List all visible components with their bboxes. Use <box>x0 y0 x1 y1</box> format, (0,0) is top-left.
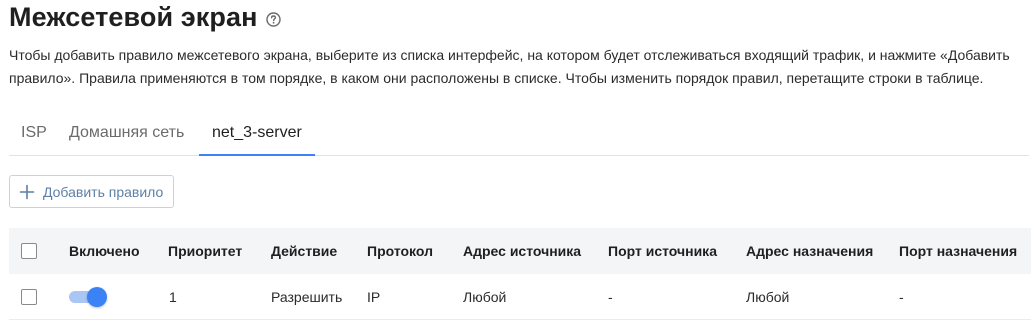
rule-enabled-toggle[interactable] <box>69 287 107 307</box>
interface-tabs: ISP Домашняя сеть net_3-server <box>9 114 1029 156</box>
column-header-source-port[interactable]: Порт источника <box>608 228 717 274</box>
add-rule-label: Добавить правило <box>43 183 164 200</box>
add-rule-button[interactable]: Добавить правило <box>9 175 174 208</box>
table-row[interactable]: 1 Разрешить IP Любой - Любой - <box>9 274 1031 320</box>
cell-priority: 1 <box>169 289 177 305</box>
cell-destination-address: Любой <box>746 289 790 305</box>
rules-table: Включено Приоритет Действие Протокол Адр… <box>9 228 1031 320</box>
tab-net-3-server[interactable]: net_3-server <box>199 114 315 156</box>
help-circle-icon[interactable] <box>265 11 281 27</box>
column-header-destination-port[interactable]: Порт назначения <box>899 228 1017 274</box>
cell-protocol: IP <box>367 289 381 305</box>
cell-source-address: Любой <box>463 289 507 305</box>
column-header-action[interactable]: Действие <box>271 228 337 274</box>
cell-action: Разрешить <box>271 289 343 305</box>
toggle-knob <box>87 287 107 307</box>
row-select-checkbox[interactable] <box>21 289 37 305</box>
cell-source-port: - <box>608 289 613 305</box>
column-header-enabled[interactable]: Включено <box>69 228 140 274</box>
column-header-destination-address[interactable]: Адрес назначения <box>746 228 873 274</box>
tab-home-network[interactable]: Домашняя сеть <box>57 114 196 155</box>
column-header-source-address[interactable]: Адрес источника <box>463 228 581 274</box>
column-header-protocol[interactable]: Протокол <box>367 228 433 274</box>
select-all-checkbox[interactable] <box>21 243 37 259</box>
cell-destination-port: - <box>899 289 904 305</box>
page-header: Межсетевой экран <box>9 2 281 33</box>
table-header: Включено Приоритет Действие Протокол Адр… <box>9 228 1031 274</box>
column-header-priority[interactable]: Приоритет <box>168 228 242 274</box>
tab-isp[interactable]: ISP <box>9 114 59 155</box>
plus-icon <box>19 184 35 200</box>
page-description: Чтобы добавить правило межсетевого экран… <box>9 47 1010 86</box>
page-title: Межсетевой экран <box>9 2 258 32</box>
